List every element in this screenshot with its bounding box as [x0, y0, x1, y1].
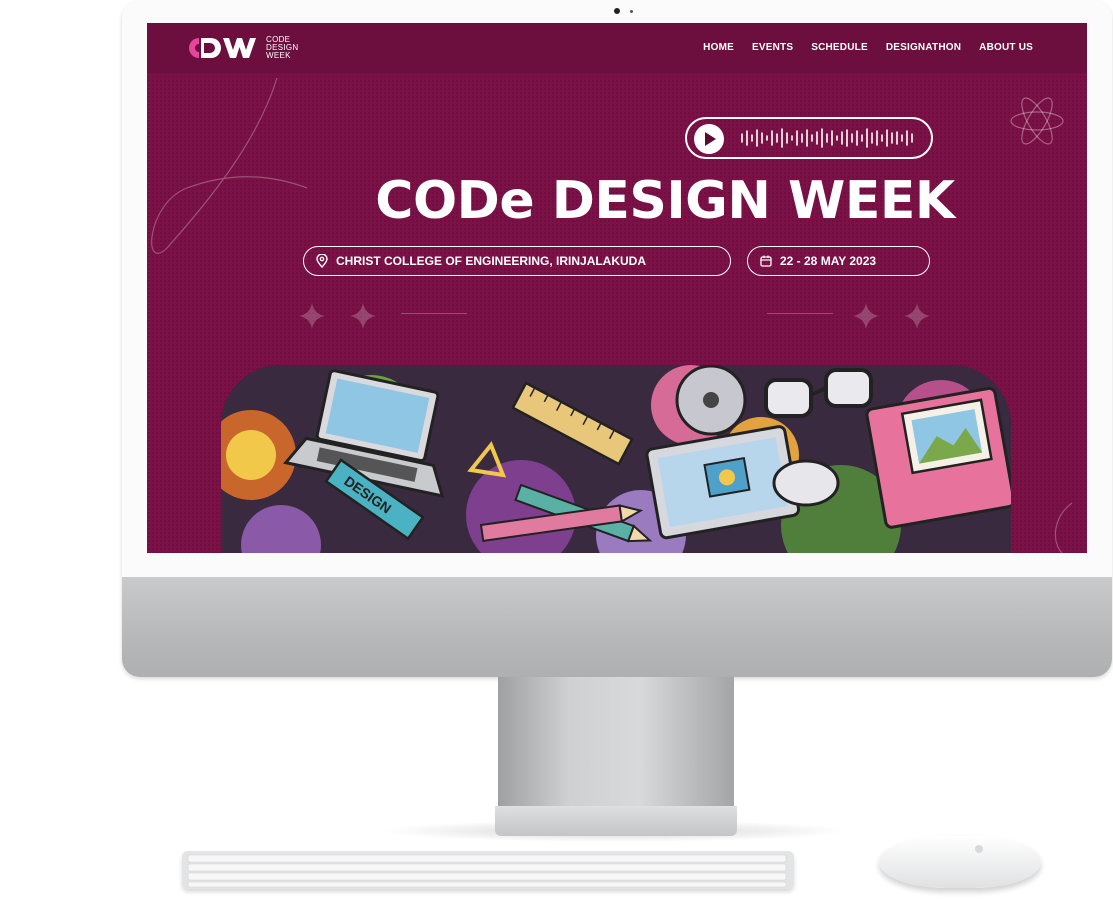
play-icon[interactable]	[694, 124, 724, 154]
main-nav: HOME EVENTS SCHEDULE DESIGNATHON ABOUT U…	[703, 42, 1033, 53]
top-navbar: CODE DESIGN WEEK HOME EVENTS SCHEDULE DE…	[147, 23, 1087, 73]
magic-mouse	[879, 836, 1041, 888]
nav-home[interactable]: HOME	[703, 42, 734, 53]
calendar-icon	[760, 255, 772, 267]
website-screen: CODE DESIGN WEEK HOME EVENTS SCHEDULE DE…	[147, 23, 1087, 553]
nav-about-us[interactable]: ABOUT US	[979, 42, 1033, 53]
camera-sensor	[630, 10, 633, 13]
doodle-illustration: DESIGN	[221, 365, 1011, 553]
sparkle-icon	[853, 303, 930, 329]
location-text: CHRIST COLLEGE OF ENGINEERING, IRINJALAK…	[336, 254, 647, 268]
audio-player	[685, 117, 933, 159]
logo-line-week: WEEK	[266, 51, 291, 60]
divider-line	[767, 313, 833, 314]
date-pill: 22 - 28 MAY 2023	[747, 246, 930, 276]
camera-icon	[614, 8, 620, 14]
atom-icon	[1010, 97, 1064, 145]
nav-schedule[interactable]: SCHEDULE	[811, 42, 868, 53]
monitor-chin	[122, 577, 1112, 677]
sparkle-icon	[299, 303, 376, 329]
hero-title: CODe DESIGN WEEK	[375, 171, 955, 231]
cdw-logo-mark	[185, 35, 261, 61]
waveform-icon[interactable]	[740, 128, 920, 148]
location-pill: CHRIST COLLEGE OF ENGINEERING, IRINJALAK…	[303, 246, 731, 276]
location-pin-icon	[316, 254, 328, 268]
nav-events[interactable]: EVENTS	[752, 42, 793, 53]
date-text: 22 - 28 MAY 2023	[780, 254, 877, 268]
imac-monitor: CODE DESIGN WEEK HOME EVENTS SCHEDULE DE…	[122, 0, 1112, 677]
monitor-stand-foot	[495, 806, 737, 836]
apple-logo-icon	[975, 845, 983, 853]
cdw-logo-text: CODE DESIGN WEEK	[266, 36, 298, 60]
nav-designathon[interactable]: DESIGNATHON	[886, 42, 961, 53]
keyboard	[182, 851, 794, 889]
screen-bezel: CODE DESIGN WEEK HOME EVENTS SCHEDULE DE…	[122, 0, 1112, 577]
cdw-logo[interactable]: CODE DESIGN WEEK	[185, 35, 298, 61]
monitor-stand	[498, 677, 734, 809]
divider-line	[401, 313, 467, 314]
